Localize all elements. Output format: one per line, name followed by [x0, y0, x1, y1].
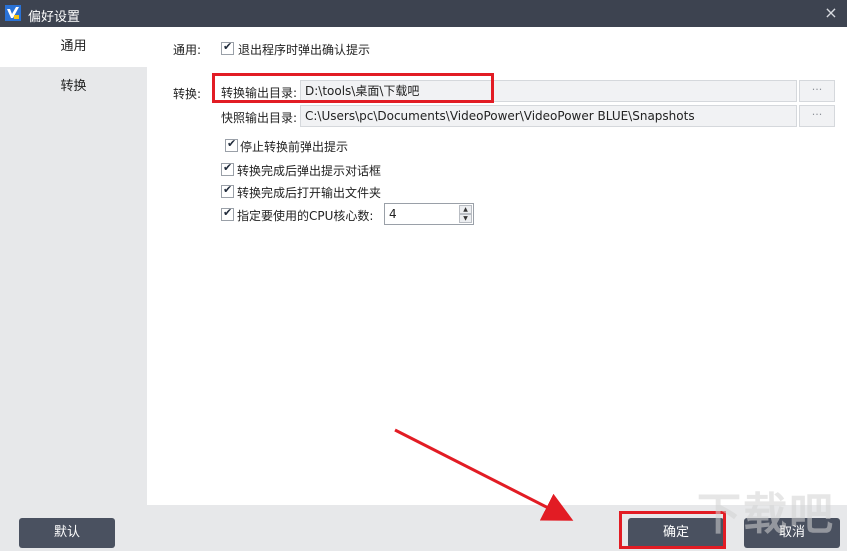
sidebar: 通用 转换 [0, 27, 147, 505]
complete-dialog-label: 转换完成后弹出提示对话框 [237, 164, 382, 178]
cpu-cores-label: 指定要使用的CPU核心数: [237, 209, 374, 223]
stepper-up-icon[interactable]: ▲ [459, 205, 472, 214]
exit-confirm-checkbox[interactable] [221, 40, 234, 55]
snapshot-dir-browse-button[interactable]: ··· [799, 105, 835, 127]
output-dir-field[interactable]: D:\tools\桌面\下载吧 [300, 80, 797, 102]
stop-convert-prompt-checkbox[interactable] [225, 137, 238, 152]
sidebar-item-general[interactable]: 通用 [0, 27, 147, 67]
close-icon[interactable]: × [821, 3, 841, 23]
stepper-arrows: ▲ ▼ [459, 205, 472, 223]
output-dir-label: 转换输出目录: [221, 86, 298, 100]
convert-section-label: 转换: [173, 87, 202, 101]
settings-panel: 通用: 退出程序时弹出确认提示 转换: 转换输出目录: D:\tools\桌面\… [147, 27, 847, 505]
title-bar: 偏好设置 × [0, 0, 847, 27]
output-dir-browse-button[interactable]: ··· [799, 80, 835, 102]
default-button[interactable]: 默认 [19, 518, 115, 548]
sidebar-item-convert[interactable]: 转换 [0, 67, 147, 107]
app-logo-icon [5, 5, 21, 21]
sidebar-item-label: 通用 [60, 39, 87, 54]
general-section-label: 通用: [173, 43, 202, 57]
open-output-folder-checkbox[interactable] [221, 183, 234, 198]
window-title: 偏好设置 [28, 10, 81, 25]
open-output-folder-label: 转换完成后打开输出文件夹 [237, 186, 382, 200]
snapshot-dir-field[interactable]: C:\Users\pc\Documents\VideoPower\VideoPo… [300, 105, 797, 127]
sidebar-item-label: 转换 [60, 79, 87, 94]
ok-button[interactable]: 确定 [628, 518, 724, 548]
exit-confirm-label: 退出程序时弹出确认提示 [238, 43, 371, 57]
cpu-cores-stepper[interactable]: 4 ▲ ▼ [384, 203, 474, 225]
stop-convert-prompt-label: 停止转换前弹出提示 [240, 140, 349, 154]
cancel-button[interactable]: 取消 [744, 518, 840, 548]
complete-dialog-checkbox[interactable] [221, 161, 234, 176]
cpu-cores-checkbox[interactable] [221, 206, 234, 221]
snapshot-dir-label: 快照输出目录: [221, 111, 298, 125]
cpu-cores-value[interactable]: 4 [389, 207, 397, 221]
footer-bar: 默认 确定 取消 [0, 505, 847, 551]
stepper-down-icon[interactable]: ▼ [459, 214, 472, 223]
